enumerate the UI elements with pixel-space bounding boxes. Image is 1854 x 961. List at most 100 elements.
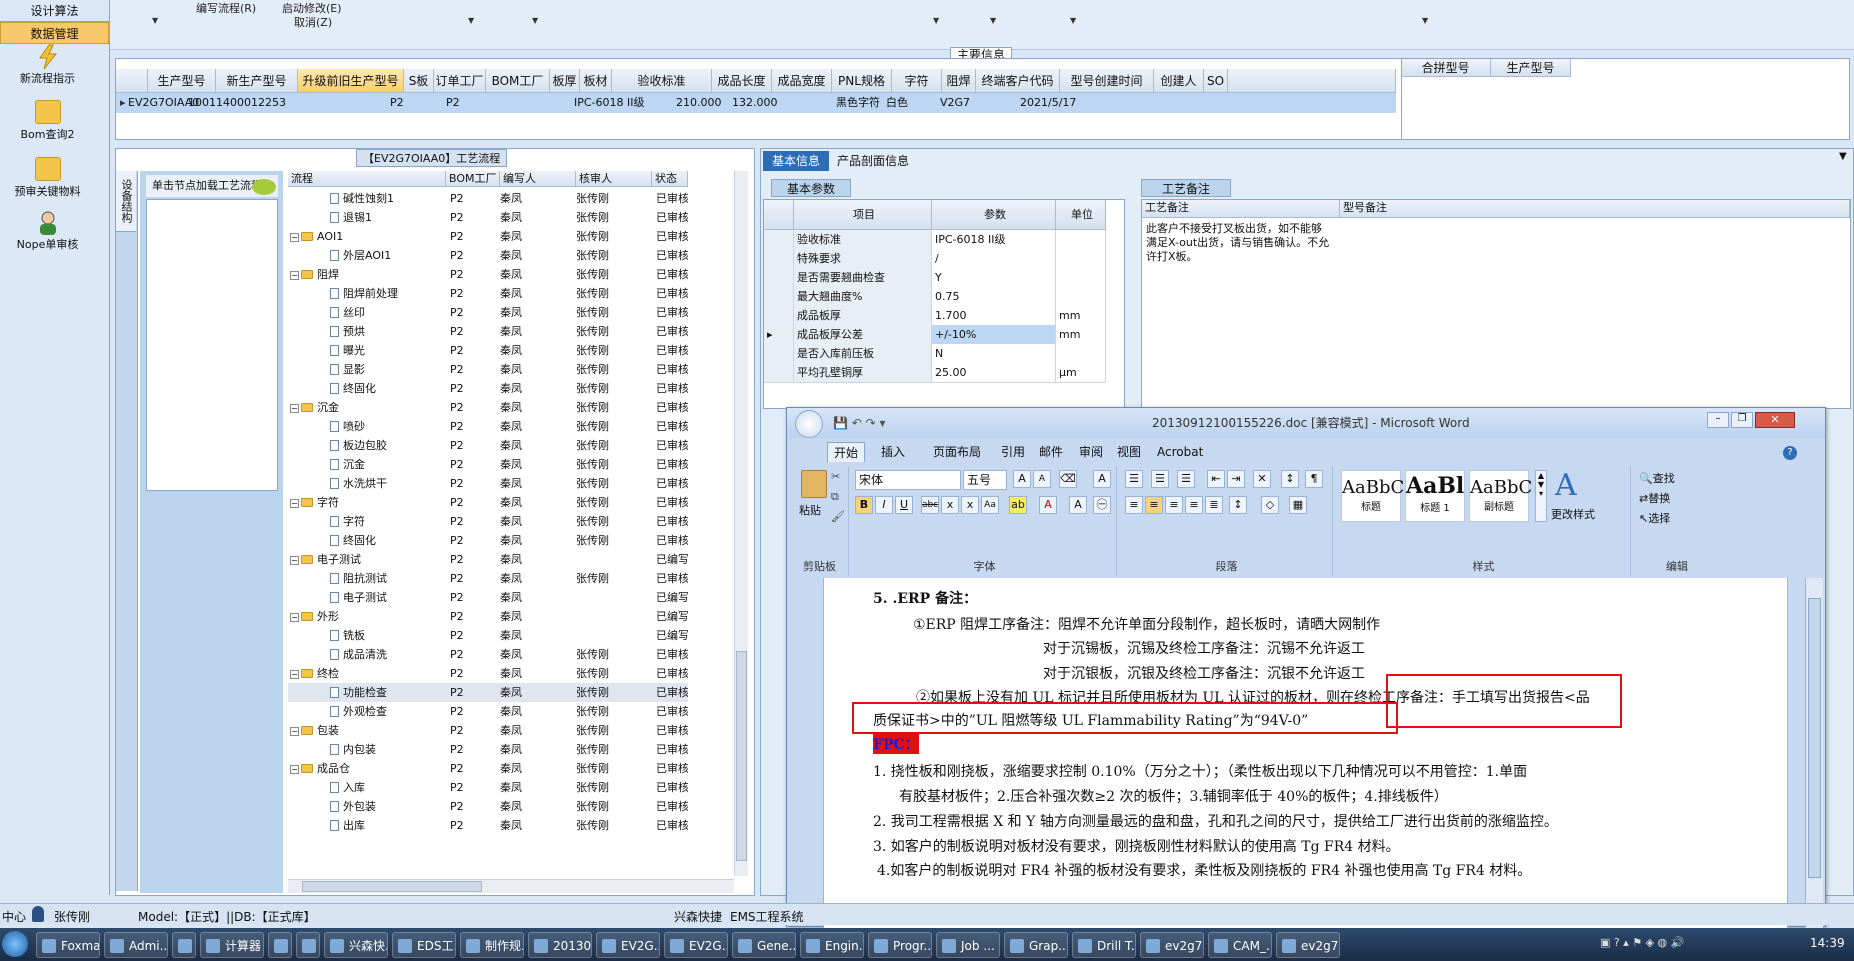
tree-row[interactable]: 功能检查 P2 秦凤 张传刚 已审核: [288, 683, 688, 702]
taskbar-item[interactable]: EV2G...: [664, 932, 728, 958]
underline-icon[interactable]: U: [895, 496, 913, 514]
font-size-select[interactable]: 五号: [963, 470, 1007, 490]
col-acceptance[interactable]: 验收标准: [612, 69, 712, 93]
param-row[interactable]: 特殊要求 /: [764, 249, 1106, 269]
tree-row[interactable]: − 外形 P2 秦凤 已编写: [288, 607, 688, 626]
bold-icon[interactable]: B: [855, 496, 873, 514]
ribbon-tab[interactable]: 页面布局: [927, 442, 987, 462]
chevron-down-icon[interactable]: ▼: [468, 16, 474, 25]
taskbar-item[interactable]: Admi...: [104, 932, 168, 958]
word-vscroll-thumb[interactable]: [1808, 598, 1821, 878]
show-marks-icon[interactable]: ¶: [1305, 470, 1323, 488]
col-status[interactable]: 状态: [652, 171, 688, 187]
chevron-down-icon[interactable]: ▼: [933, 16, 939, 25]
tree-row[interactable]: 字符 P2 秦凤 张传刚 已审核: [288, 512, 688, 531]
chevron-down-icon[interactable]: ▼: [1422, 16, 1428, 25]
col-writer[interactable]: 编写人: [500, 171, 576, 187]
param-row[interactable]: 是否入库前压板 N: [764, 344, 1106, 364]
tab-process-note[interactable]: 工艺备注: [1141, 179, 1231, 197]
taskbar-item[interactable]: Job ...: [936, 932, 1000, 958]
device-structure-tab[interactable]: 设备结构: [116, 171, 136, 232]
tree-row[interactable]: 外包装 P2 秦凤 张传刚 已审核: [288, 797, 688, 816]
tree-row[interactable]: 内包装 P2 秦凤 张传刚 已审核: [288, 740, 688, 759]
tree-row[interactable]: 电子测试 P2 秦凤 已编写: [288, 588, 688, 607]
align-right-icon[interactable]: ≡: [1165, 496, 1183, 514]
taskbar-item[interactable]: CAM_...: [1208, 932, 1272, 958]
tree-row[interactable]: − 成品仓 P2 秦凤 张传刚 已审核: [288, 759, 688, 778]
tree-row[interactable]: 显影 P2 秦凤 张传刚 已审核: [288, 360, 688, 379]
collapse-icon[interactable]: −: [290, 727, 299, 736]
collapse-icon[interactable]: −: [290, 613, 299, 622]
taskbar-item[interactable]: [268, 932, 292, 958]
document-page[interactable]: 5. .ERP 备注： ①ERP 阻焊工序备注：阻焊不允许单面分段制作，超长板时…: [823, 578, 1788, 928]
tree-row[interactable]: 终固化 P2 秦凤 张传刚 已审核: [288, 379, 688, 398]
taskbar-item[interactable]: 20130...: [528, 932, 592, 958]
tree-scrollbar[interactable]: [734, 171, 748, 876]
collapse-icon[interactable]: −: [290, 670, 299, 679]
style-subtitle[interactable]: AaBbC 副标题: [1469, 470, 1532, 522]
tree-row[interactable]: 终固化 P2 秦凤 张传刚 已审核: [288, 531, 688, 550]
find-button[interactable]: 🔍查找: [1639, 470, 1675, 486]
panel-menu-icon[interactable]: ▼: [1839, 151, 1847, 162]
param-row[interactable]: 验收标准 IPC-6018 II级: [764, 230, 1106, 250]
col-customer-code[interactable]: 终端客户代码: [976, 69, 1060, 93]
italic-icon[interactable]: I: [875, 496, 893, 514]
justify-icon[interactable]: ≡: [1185, 496, 1203, 514]
collapse-icon[interactable]: −: [290, 271, 299, 280]
collapse-icon[interactable]: −: [290, 233, 299, 242]
tab-basic-params[interactable]: 基本参数: [771, 179, 851, 197]
nav-key-material[interactable]: 预审关键物料: [0, 157, 95, 199]
param-row[interactable]: 成品板厚 1.700 mm: [764, 306, 1106, 326]
taskbar-item[interactable]: ev2g7...: [1140, 932, 1204, 958]
distribute-icon[interactable]: ≣: [1205, 496, 1223, 514]
start-icon[interactable]: [2, 931, 28, 957]
cancel-button[interactable]: 取消(Z): [294, 14, 332, 30]
minimize-icon[interactable]: –: [1707, 412, 1729, 428]
tree-row[interactable]: 沉金 P2 秦凤 张传刚 已审核: [288, 455, 688, 474]
taskbar-item[interactable]: EDS工...: [392, 932, 456, 958]
grow-font-icon[interactable]: A: [1013, 470, 1031, 488]
clear-format-icon[interactable]: ⌫: [1059, 470, 1077, 488]
ribbon-tab[interactable]: 邮件: [1033, 442, 1069, 462]
tree-row[interactable]: 退锡1 P2 秦凤 张传刚 已审核: [288, 208, 688, 227]
tree-row[interactable]: − 终检 P2 秦凤 张传刚 已审核: [288, 664, 688, 683]
col-creator[interactable]: 创建人: [1154, 69, 1204, 93]
line-spacing-icon[interactable]: ↕: [1229, 496, 1247, 514]
tree-row[interactable]: − 电子测试 P2 秦凤 已编写: [288, 550, 688, 569]
tree-row[interactable]: − 字符 P2 秦凤 张传刚 已审核: [288, 493, 688, 512]
collapse-icon[interactable]: −: [290, 404, 299, 413]
col-so[interactable]: SO: [1204, 69, 1228, 93]
restore-icon[interactable]: ❐: [1731, 412, 1753, 428]
col-param[interactable]: 参数: [932, 200, 1056, 230]
col-process[interactable]: 流程: [288, 171, 446, 187]
tree-row[interactable]: 水洗烘干 P2 秦凤 张传刚 已审核: [288, 474, 688, 493]
col-thickness[interactable]: 板厚: [550, 69, 580, 93]
word-vscroll[interactable]: [1805, 578, 1823, 928]
ribbon-tab[interactable]: 插入: [875, 442, 911, 462]
col-unit[interactable]: 单位: [1056, 200, 1106, 230]
tree-row[interactable]: 阻抗测试 P2 秦凤 张传刚 已审核: [288, 569, 688, 588]
col-reviewer[interactable]: 核审人: [576, 171, 652, 187]
ribbon-tab[interactable]: 视图: [1111, 442, 1147, 462]
col-new-model[interactable]: 新生产型号: [216, 69, 298, 93]
tree-row[interactable]: 出库 P2 秦凤 张传刚 已审核: [288, 816, 688, 835]
nav-nope-review[interactable]: Nope单审核: [0, 210, 95, 252]
asian-layout-icon[interactable]: ✕: [1253, 470, 1271, 488]
taskbar-item[interactable]: Grap...: [1004, 932, 1068, 958]
format-painter-icon[interactable]: 🖌: [831, 510, 845, 523]
col-production-model[interactable]: 生产型号: [148, 69, 216, 93]
chevron-down-icon[interactable]: ▼: [152, 16, 158, 25]
tree-row[interactable]: 曝光 P2 秦凤 张传刚 已审核: [288, 341, 688, 360]
font-name-select[interactable]: 宋体: [855, 470, 961, 490]
shading-icon[interactable]: ◇: [1261, 496, 1279, 514]
col-length[interactable]: 成品长度: [712, 69, 772, 93]
sort-icon[interactable]: ↕: [1281, 470, 1299, 488]
collapse-icon[interactable]: −: [290, 499, 299, 508]
tree-row[interactable]: 阻焊前处理 P2 秦凤 张传刚 已审核: [288, 284, 688, 303]
col-bom-factory[interactable]: BOM工厂: [446, 171, 500, 187]
col-soldermask[interactable]: 阻焊: [942, 69, 976, 93]
decrease-indent-icon[interactable]: ⇤: [1207, 470, 1225, 488]
tree-row[interactable]: 外层AOI1 P2 秦凤 张传刚 已审核: [288, 246, 688, 265]
style-title[interactable]: AaBbC 标题: [1341, 470, 1404, 522]
ribbon-tab[interactable]: 引用: [995, 442, 1031, 462]
